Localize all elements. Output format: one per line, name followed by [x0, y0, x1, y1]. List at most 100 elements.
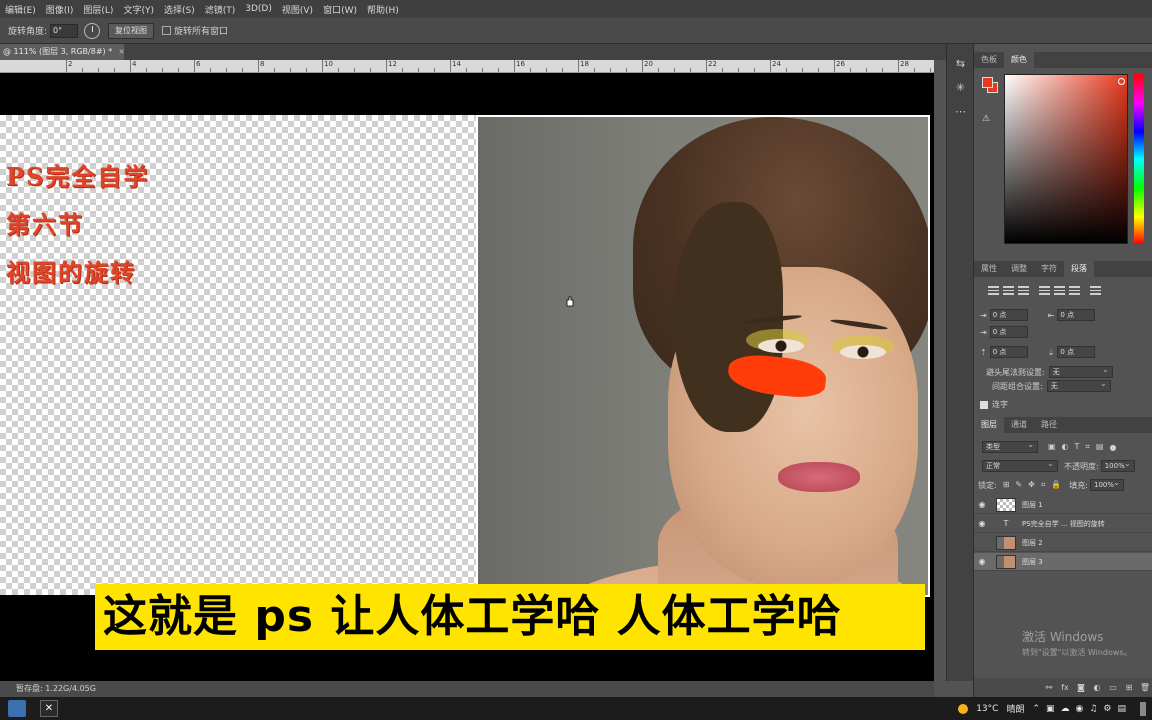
ruler-tick	[898, 60, 899, 72]
space-after-field[interactable]: 0 点	[1057, 346, 1096, 358]
space-before-icon: ⇡	[980, 347, 987, 357]
menu-type[interactable]: 文字(Y)	[118, 3, 159, 16]
hue-slider[interactable]	[1134, 74, 1144, 244]
visibility-eye-icon[interactable]: ◉	[974, 557, 990, 566]
tab-paths[interactable]: 路径	[1034, 417, 1064, 433]
picker-cursor-icon	[1118, 78, 1125, 85]
canvas-text-line-1: PS完全自学	[6, 162, 150, 191]
mojikumi-label: 间距组合设置:	[992, 381, 1043, 391]
tab-color[interactable]: 颜色	[1004, 52, 1034, 68]
menu-edit[interactable]: 编辑(E)	[0, 3, 41, 16]
mojikumi-row: 间距组合设置: 无	[992, 379, 1111, 392]
ruler-tick	[706, 60, 707, 72]
menu-filter[interactable]: 滤镜(T)	[200, 3, 241, 16]
tab-channels[interactable]: 通道	[1004, 417, 1034, 433]
layer-row[interactable]: ◉ T PS完全自学 ... 视图的旋转	[974, 515, 1152, 533]
visibility-eye-icon[interactable]: ◉	[974, 500, 990, 509]
brush-presets-icon[interactable]: ⋯	[947, 100, 974, 124]
show-desktop-button[interactable]	[1140, 701, 1146, 716]
document-tab[interactable]: @ 111% (图层 3, RGB/8#) * ×	[0, 44, 125, 60]
tab-strip	[124, 44, 946, 60]
video-subtitle: 这就是 ps 让人体工学哈 人体工学哈	[95, 584, 925, 650]
ruler-tick	[834, 60, 835, 72]
kinsoku-select[interactable]: 无	[1048, 365, 1113, 378]
fx-icon[interactable]: fx	[1057, 683, 1073, 692]
space-before-field[interactable]: 0 点	[989, 346, 1028, 358]
ruler-number: 8	[260, 60, 265, 68]
canvas-area[interactable]: PS完全自学 第六节 视图的旋转 这就是 ps 让人体工学哈 人体工学哈	[0, 73, 934, 681]
tab-swatches[interactable]: 色板	[974, 52, 1004, 68]
menu-3d[interactable]: 3D(D)	[240, 4, 277, 14]
brush-settings-icon[interactable]: ✳	[947, 76, 974, 100]
new-layer-icon[interactable]: ⊞	[1121, 683, 1137, 692]
layer-row[interactable]: ◉ 图层 3	[974, 553, 1152, 571]
justify-left-icon[interactable]	[1039, 286, 1050, 295]
tray-icons[interactable]: ⌃▣☁◉♫⚙▤	[1032, 704, 1132, 714]
mojikumi-select[interactable]: 无	[1046, 379, 1111, 392]
filter-toggle-icon[interactable]: ●	[1110, 443, 1117, 452]
layer-filter-icons[interactable]: ▣◐T⌗▤	[1048, 442, 1110, 452]
hyphen-checkbox[interactable]	[980, 400, 988, 409]
ruler-number: 28	[900, 60, 909, 68]
opacity-field[interactable]: 100%	[1100, 459, 1135, 472]
indent-right-field[interactable]: 0 点	[1057, 309, 1096, 321]
rotate-angle-input[interactable]: 0°	[50, 23, 79, 38]
indent-left-icon: ⇥	[980, 310, 987, 320]
justify-right-icon[interactable]	[1069, 286, 1080, 295]
justify-center-icon[interactable]	[1054, 286, 1065, 295]
ruler-number: 16	[516, 60, 525, 68]
activation-watermark-sub: 转到"设置"以激活 Windows。	[1022, 648, 1132, 657]
reset-view-button[interactable]: 复位视图	[108, 22, 155, 39]
tab-layers[interactable]: 图层	[974, 417, 1004, 433]
scratch-disk-info: 暂存盘: 1.22G/4.05G	[16, 684, 96, 693]
tab-paragraph[interactable]: 段落	[1064, 261, 1094, 277]
align-center-icon[interactable]	[1003, 286, 1014, 295]
menu-view[interactable]: 视图(V)	[277, 3, 318, 16]
capcut-icon[interactable]: ✕	[40, 700, 58, 717]
document-tab-title: @ 111% (图层 3, RGB/8#) *	[3, 47, 113, 56]
tab-adjustments[interactable]: 调整	[1004, 261, 1034, 277]
layer-mask-icon[interactable]: ◙	[1073, 683, 1089, 692]
layer-filter-select[interactable]: 类型	[982, 440, 1038, 453]
color-panel-tabs: 色板 颜色	[974, 52, 1152, 68]
menu-help[interactable]: 帮助(H)	[362, 3, 404, 16]
layer-row[interactable]: ◉ 图层 1	[974, 496, 1152, 514]
align-left-icon[interactable]	[988, 286, 999, 295]
lock-label: 锁定:	[978, 480, 997, 490]
spacing-row: ⇡ 0 点 ⇣ 0 点	[980, 346, 1115, 358]
tab-properties[interactable]: 属性	[974, 261, 1004, 277]
menu-image[interactable]: 图像(I)	[41, 3, 79, 16]
history-icon[interactable]: ⇆	[947, 52, 974, 76]
blend-mode-select[interactable]: 正常	[982, 459, 1058, 472]
blend-row: 正常 不透明度: 100%	[978, 459, 1135, 472]
ruler-tick	[770, 60, 771, 72]
layer-name: PS完全自学 ... 视图的旋转	[1022, 519, 1105, 528]
file-explorer-icon[interactable]	[8, 700, 26, 717]
ruler-tick	[130, 60, 131, 72]
space-after-icon: ⇣	[1047, 347, 1055, 357]
layer-thumbnail	[996, 554, 1016, 569]
foreground-color-swatch[interactable]	[982, 77, 993, 88]
first-line-field[interactable]: 0 点	[989, 326, 1028, 338]
lock-icons[interactable]: ⊞✎✥⌗🔒	[1003, 480, 1068, 490]
layer-row[interactable]: 图层 2	[974, 534, 1152, 552]
menu-layer[interactable]: 图层(L)	[78, 3, 118, 16]
justify-all-icon[interactable]	[1090, 286, 1101, 295]
menu-select[interactable]: 选择(S)	[159, 3, 200, 16]
align-right-icon[interactable]	[1018, 286, 1029, 295]
adjustment-layer-icon[interactable]: ◐	[1089, 683, 1105, 692]
tab-character[interactable]: 字符	[1034, 261, 1064, 277]
color-picker-field[interactable]	[1004, 74, 1128, 244]
visibility-eye-icon[interactable]: ◉	[974, 519, 990, 528]
menu-window[interactable]: 窗口(W)	[318, 3, 362, 16]
link-layers-icon[interactable]: ⚯	[1041, 683, 1057, 692]
indent-left-field[interactable]: 0 点	[989, 309, 1028, 321]
trash-icon[interactable]: 🗑	[1137, 683, 1152, 692]
group-icon[interactable]: ▭	[1105, 683, 1121, 692]
rotate-dial-icon[interactable]	[84, 22, 101, 39]
ruler-number: 26	[836, 60, 845, 68]
fill-field[interactable]: 100%	[1089, 478, 1124, 491]
photo-left-eye	[758, 339, 804, 353]
rotate-all-checkbox[interactable]	[162, 26, 172, 35]
lock-row: 锁定: ⊞✎✥⌗🔒 填充: 100%	[978, 478, 1124, 491]
